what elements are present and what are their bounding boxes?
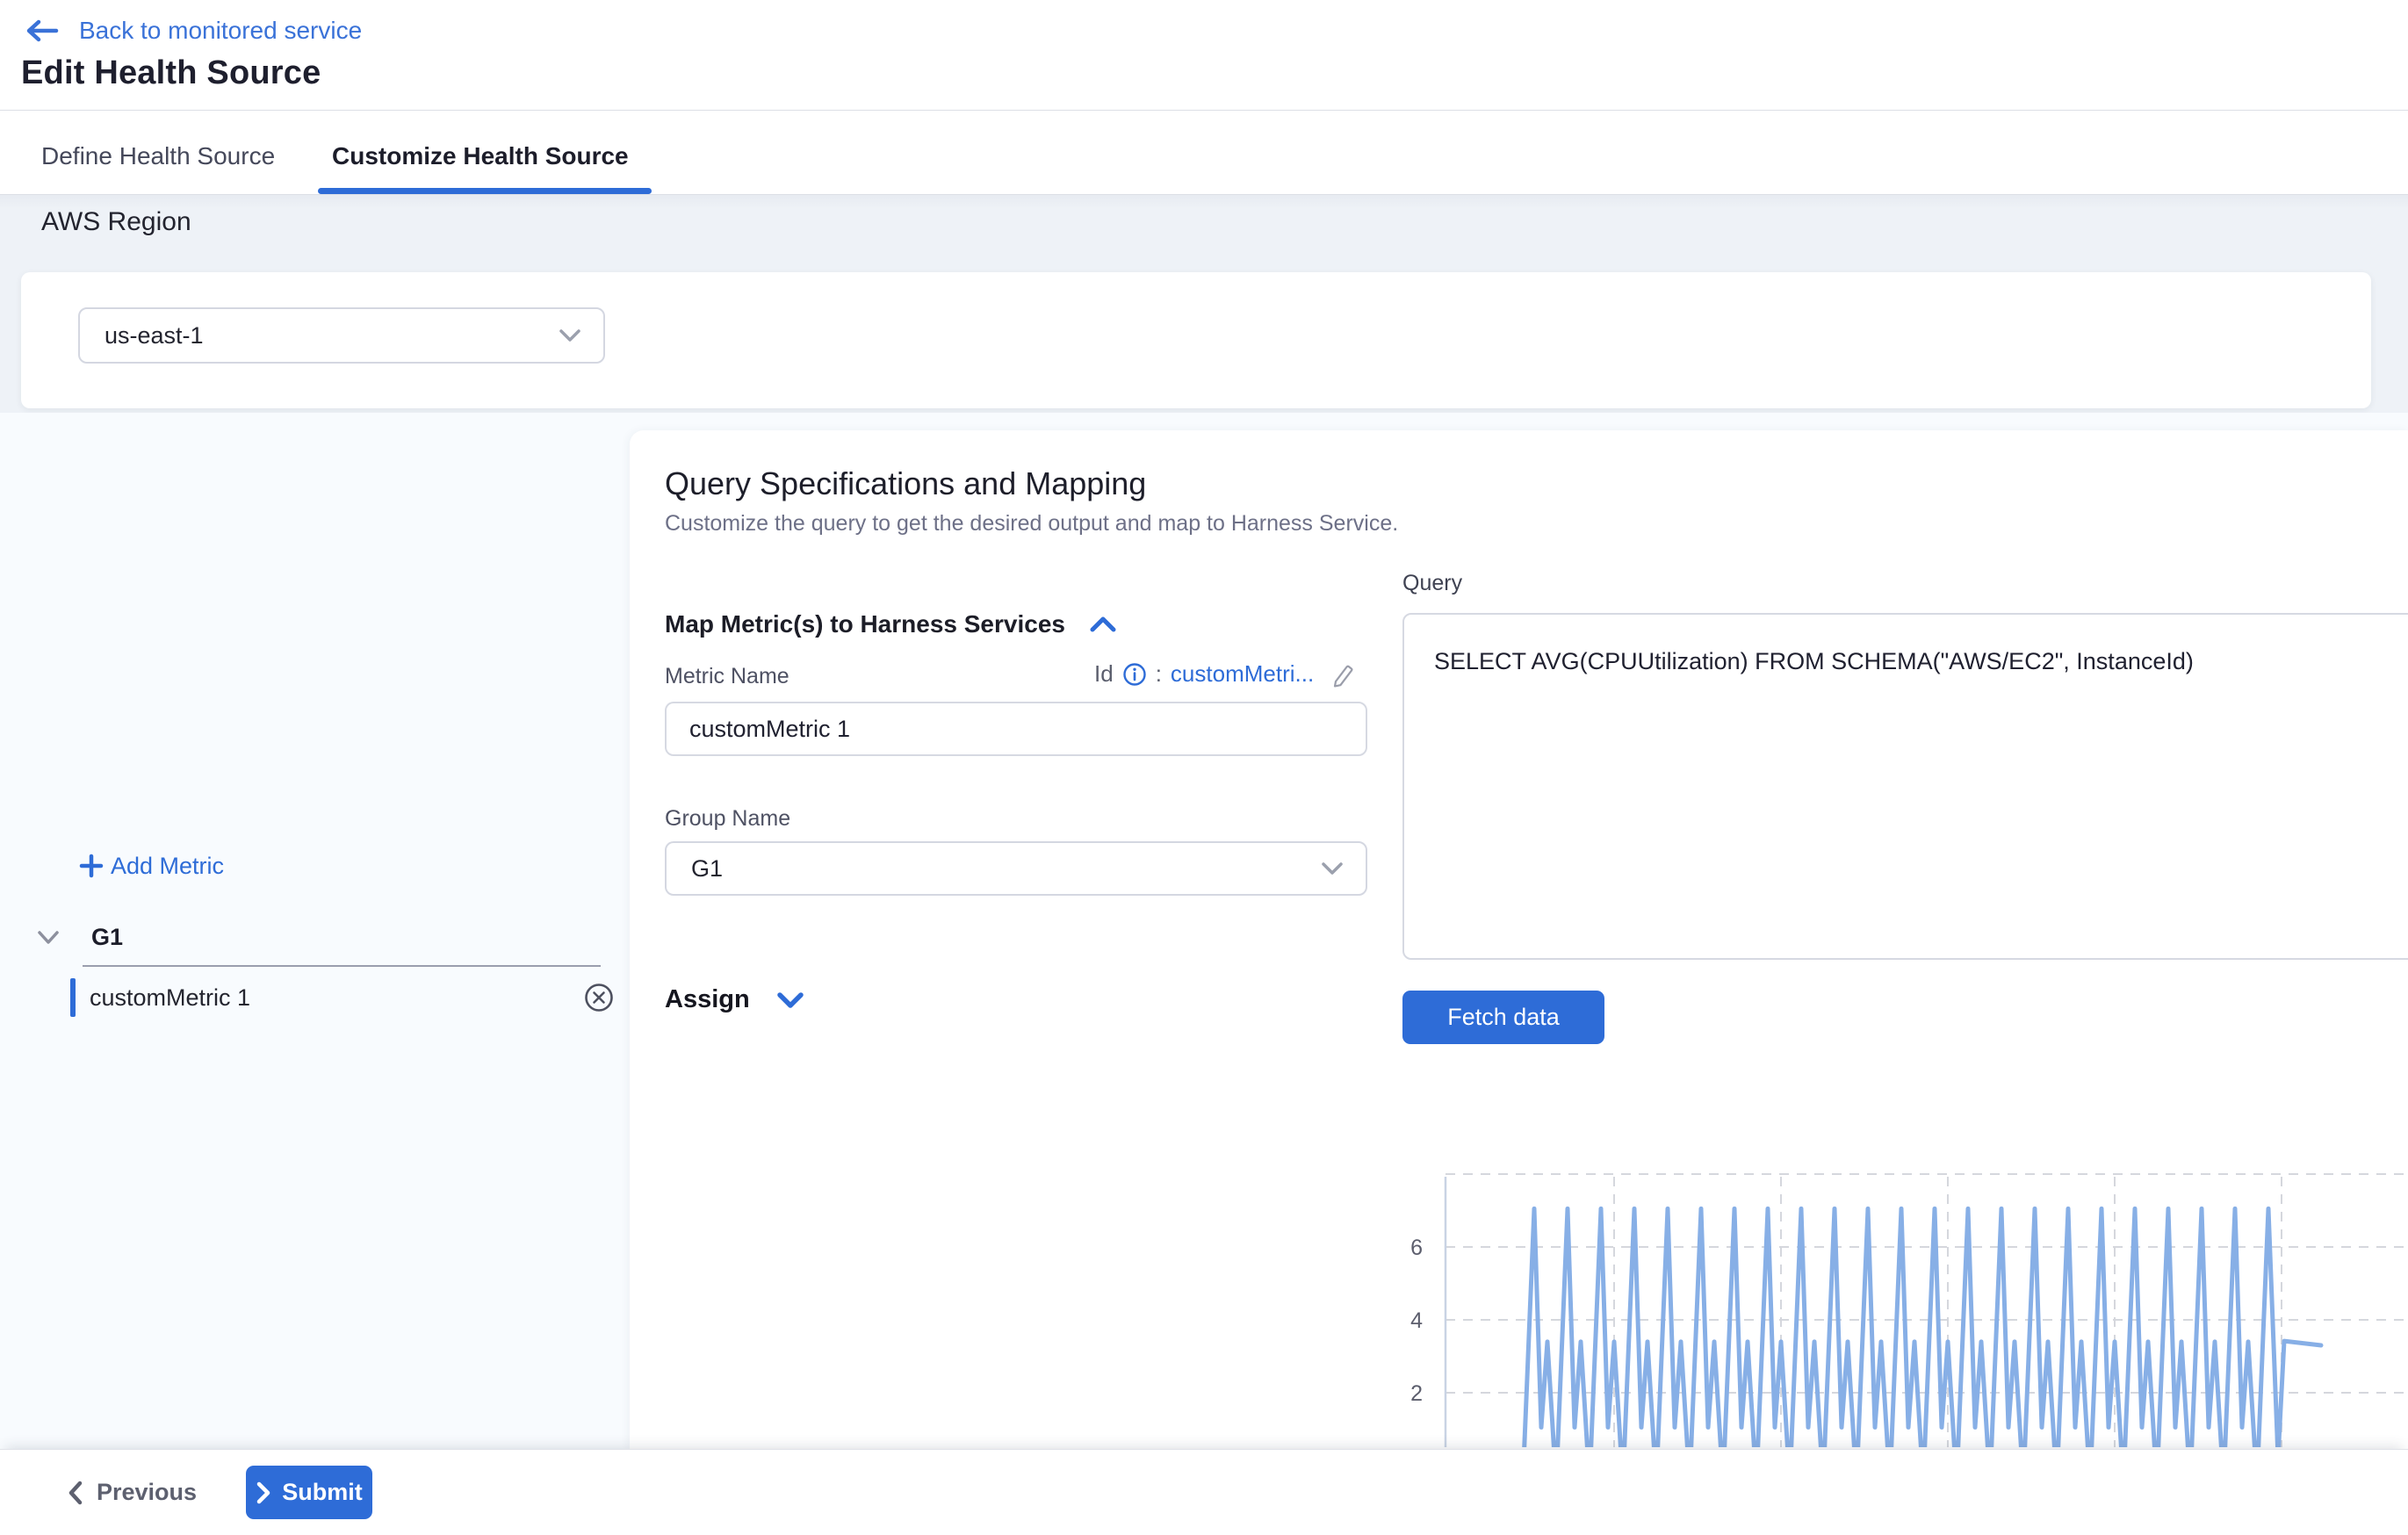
chevron-down-icon[interactable] [775, 990, 806, 1011]
assign-section-header[interactable]: Assign [665, 985, 806, 1014]
back-link-label: Back to monitored service [79, 17, 362, 45]
add-metric-label: Add Metric [111, 853, 224, 880]
query-label: Query [1402, 571, 1462, 596]
metric-group-label: G1 [91, 924, 123, 951]
metric-name-input[interactable] [665, 702, 1367, 756]
id-separator: : [1156, 660, 1162, 688]
group-divider [83, 965, 601, 967]
id-label: Id [1094, 660, 1114, 688]
previous-label: Previous [97, 1479, 197, 1506]
metric-id-row: Id : customMetri... [1094, 660, 1356, 688]
metric-id-link[interactable]: customMetri... [1171, 660, 1314, 688]
add-metric-button[interactable]: Add Metric [77, 852, 224, 880]
submit-button[interactable]: Submit [246, 1466, 372, 1519]
back-to-monitored-service-link[interactable]: Back to monitored service [25, 14, 362, 47]
edit-pencil-icon[interactable] [1330, 661, 1356, 688]
chevron-left-icon [67, 1481, 84, 1505]
chevron-right-icon [256, 1481, 271, 1504]
active-tab-underline [318, 188, 652, 194]
chevron-down-icon [35, 929, 61, 947]
chevron-up-icon[interactable] [1088, 615, 1118, 634]
footer-bar: Previous Submit [0, 1449, 2408, 1535]
map-metrics-title: Map Metric(s) to Harness Services [665, 610, 1065, 638]
fetch-data-label: Fetch data [1447, 1004, 1560, 1031]
page-title: Edit Health Source [21, 54, 321, 92]
metric-list-item-selected[interactable]: customMetric 1 [70, 976, 615, 1020]
previous-button[interactable]: Previous [67, 1479, 197, 1506]
delete-metric-icon[interactable] [583, 982, 615, 1013]
tab-bar: Define Health Source Customize Health So… [0, 111, 2408, 195]
selected-metric-indicator [70, 978, 76, 1017]
query-specs-heading: Query Specifications and Mapping [665, 465, 1146, 502]
query-textarea[interactable]: SELECT AVG(CPUUtilization) FROM SCHEMA("… [1402, 613, 2408, 960]
metric-name-label: Metric Name [665, 664, 789, 689]
aws-region-section: AWS Region us-east-1 [0, 195, 2408, 413]
tab-define-health-source[interactable]: Define Health Source [41, 142, 275, 170]
tab-customize-health-source[interactable]: Customize Health Source [332, 142, 629, 170]
page-header: Back to monitored service Edit Health So… [0, 0, 2408, 111]
plus-icon [77, 852, 105, 880]
chevron-down-icon [558, 328, 582, 343]
aws-region-card: us-east-1 [21, 272, 2371, 408]
aws-region-select[interactable]: us-east-1 [78, 307, 605, 364]
map-metrics-section-header[interactable]: Map Metric(s) to Harness Services [665, 610, 1118, 638]
metric-item-label: customMetric 1 [90, 984, 583, 1012]
query-specs-subheading: Customize the query to get the desired o… [665, 511, 1398, 537]
chevron-down-icon [1320, 861, 1345, 876]
fetch-data-button[interactable]: Fetch data [1402, 991, 1604, 1044]
metric-group-toggle[interactable]: G1 [35, 924, 123, 951]
assign-label: Assign [665, 985, 750, 1014]
aws-region-label: AWS Region [41, 207, 191, 237]
back-arrow-icon [25, 17, 60, 45]
group-name-select[interactable]: G1 [665, 841, 1367, 896]
submit-label: Submit [282, 1479, 363, 1506]
group-name-selected-value: G1 [691, 855, 723, 883]
info-icon[interactable] [1122, 662, 1147, 687]
aws-region-selected-value: us-east-1 [105, 322, 204, 350]
group-name-label: Group Name [665, 806, 790, 832]
